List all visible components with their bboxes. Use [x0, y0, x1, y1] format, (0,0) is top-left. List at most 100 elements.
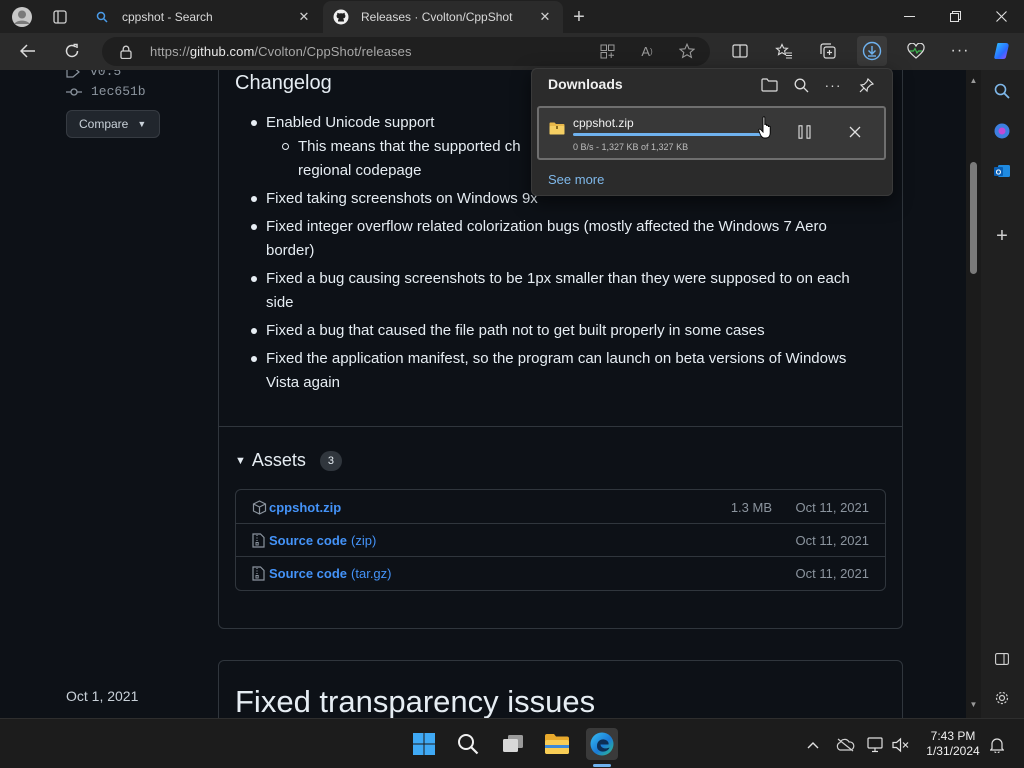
scroll-up-icon[interactable]: ▲: [966, 76, 981, 85]
search-downloads-icon[interactable]: [789, 73, 813, 97]
release-date: Oct 1, 2021: [66, 688, 139, 704]
divider: [219, 426, 902, 427]
cancel-download-icon[interactable]: [844, 121, 866, 143]
release-title-link[interactable]: Fixed transparency issues: [235, 684, 595, 718]
back-icon[interactable]: [13, 36, 43, 66]
refresh-icon[interactable]: [57, 36, 87, 66]
asset-format[interactable]: (tar.gz): [351, 566, 391, 581]
asset-size: 1.3 MB: [730, 499, 772, 515]
tab-title: cppshot - Search: [122, 10, 213, 24]
volume-muted-icon[interactable]: [891, 735, 911, 755]
more-options-icon[interactable]: ···: [821, 73, 845, 97]
list-bullet: [251, 196, 257, 202]
onedrive-icon[interactable]: [835, 735, 855, 755]
page-scrollbar[interactable]: ▲ ▼: [966, 70, 981, 718]
minimize-icon[interactable]: [886, 0, 932, 33]
clock-date: 1/31/2024: [926, 744, 980, 758]
search-favicon-icon: [94, 9, 110, 25]
scrollbar-thumb[interactable]: [970, 162, 977, 274]
asset-row: Source code (tar.gz) Oct 11, 2021: [236, 556, 885, 590]
show-hidden-icons-icon[interactable]: [803, 735, 823, 755]
changelog-item: Fixed the application manifest, so the p…: [266, 350, 847, 367]
system-clock[interactable]: 7:43 PM 1/31/2024: [918, 729, 988, 759]
asset-format[interactable]: (zip): [351, 533, 376, 548]
split-screen-icon[interactable]: [725, 36, 755, 66]
add-sidebar-app-icon[interactable]: +: [987, 221, 1017, 251]
downloads-icon[interactable]: [857, 36, 887, 66]
tab-releases[interactable]: Releases · Cvolton/CppShot ✕: [323, 1, 563, 33]
tab-search[interactable]: cppshot - Search ✕: [84, 1, 322, 33]
file-zip-icon: [252, 566, 268, 581]
url-scheme: https://: [150, 44, 190, 59]
download-status: 0 B/s - 1,327 KB of 1,327 KB: [573, 142, 689, 152]
compare-label: Compare: [79, 117, 129, 131]
list-bullet: [251, 276, 257, 282]
edge-sidebar: O +: [981, 70, 1024, 718]
browser-essentials-icon[interactable]: [901, 36, 931, 66]
changelog-item: Fixed integer overflow related colorizat…: [266, 218, 827, 235]
taskbar-search-icon[interactable]: [453, 729, 483, 759]
downloads-panel: Downloads ··· cppshot.zip 0 B/s - 1,327 …: [531, 68, 893, 196]
taskbar: 7:43 PM 1/31/2024: [0, 718, 1024, 768]
release-commit[interactable]: 1ec651b: [66, 84, 146, 99]
new-tab-icon[interactable]: +: [566, 4, 592, 30]
favorite-star-icon[interactable]: [672, 36, 702, 66]
active-app-indicator: [593, 764, 611, 767]
close-tab-icon[interactable]: ✕: [537, 9, 553, 25]
scroll-down-icon[interactable]: ▼: [966, 700, 981, 709]
download-item[interactable]: cppshot.zip 0 B/s - 1,327 KB of 1,327 KB: [537, 106, 886, 160]
restore-icon[interactable]: [932, 0, 978, 33]
hide-sidebar-icon[interactable]: [987, 644, 1017, 674]
changelog-item: Fixed a bug that caused the file path no…: [266, 322, 765, 339]
triangle-down-icon: ▼: [235, 454, 246, 467]
pause-icon[interactable]: [794, 121, 816, 143]
download-filename[interactable]: cppshot.zip: [573, 116, 634, 130]
copilot-icon[interactable]: [987, 36, 1017, 66]
package-icon: [252, 499, 268, 515]
close-tab-icon[interactable]: ✕: [296, 9, 312, 25]
tag-icon: [66, 70, 80, 78]
pin-icon[interactable]: [854, 73, 878, 97]
clock-time: 7:43 PM: [930, 729, 976, 743]
asset-link[interactable]: cppshot.zip: [269, 500, 341, 515]
chevron-down-icon: ▼: [137, 119, 147, 129]
more-menu-icon[interactable]: ···: [945, 36, 975, 66]
list-bullet: [251, 224, 257, 230]
asset-link[interactable]: Source code: [269, 533, 347, 548]
compare-button[interactable]: Compare ▼: [66, 110, 160, 138]
collections-icon[interactable]: [813, 36, 843, 66]
search-icon[interactable]: [987, 76, 1017, 106]
assets-toggle[interactable]: ▼ Assets 3: [235, 450, 342, 471]
download-progress-bar: [573, 133, 765, 136]
network-icon[interactable]: [866, 735, 886, 755]
file-explorer-icon[interactable]: [542, 729, 572, 759]
outlook-icon[interactable]: O: [987, 156, 1017, 186]
asset-link[interactable]: Source code: [269, 566, 347, 581]
settings-gear-icon[interactable]: [987, 683, 1017, 713]
open-folder-icon[interactable]: [757, 73, 781, 97]
commit-sha: 1ec651b: [91, 84, 146, 99]
changelog-item: border): [266, 242, 315, 259]
asset-row: cppshot.zip 1.3 MB Oct 11, 2021: [236, 490, 885, 524]
see-more-link[interactable]: See more: [548, 172, 604, 187]
copilot-sidebar-icon[interactable]: [987, 116, 1017, 146]
close-window-icon[interactable]: [978, 0, 1024, 33]
changelog-item: Vista again: [266, 374, 340, 391]
changelog-item: Fixed a bug causing screenshots to be 1p…: [266, 270, 850, 287]
svg-text:O: O: [996, 169, 1002, 176]
favorites-icon[interactable]: [769, 36, 799, 66]
notification-bell-icon[interactable]: [987, 735, 1007, 755]
url-text: https://github.com/Cvolton/CppShot/relea…: [150, 44, 412, 59]
windows-start-icon[interactable]: [409, 729, 439, 759]
changelog-heading: Changelog: [235, 72, 332, 94]
lock-icon[interactable]: [120, 45, 136, 59]
app-available-icon[interactable]: [592, 36, 622, 66]
read-aloud-icon[interactable]: A): [632, 36, 662, 66]
task-view-icon[interactable]: [498, 729, 528, 759]
edge-taskbar-icon[interactable]: [586, 728, 618, 760]
tab-title: Releases · Cvolton/CppShot: [361, 10, 513, 24]
profile-avatar-icon[interactable]: [9, 4, 35, 30]
release-tag[interactable]: v0.5: [66, 70, 121, 79]
tab-actions-icon[interactable]: [47, 4, 73, 30]
downloads-title: Downloads: [548, 76, 623, 92]
